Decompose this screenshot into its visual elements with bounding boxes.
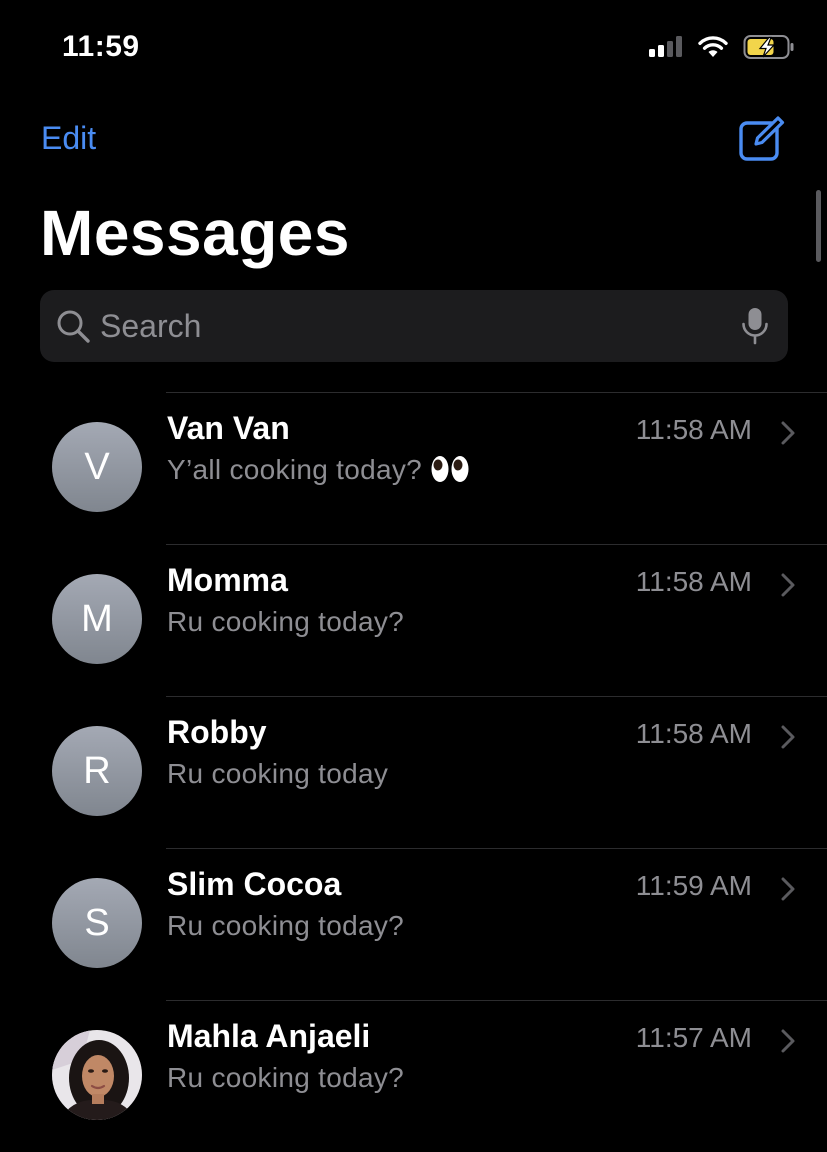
contact-name: Van Van [167,410,290,446]
chevron-right-icon [781,421,795,445]
conversation-row[interactable]: R Robby Ru cooking today 11:58 AM [0,696,827,848]
row-divider [166,392,827,393]
message-time: 11:59 AM [635,870,752,901]
avatar: R [52,726,142,816]
chevron-right-icon [781,877,795,901]
edit-button[interactable]: Edit [41,120,96,157]
battery-charging-icon [743,35,794,59]
conversation-row[interactable]: V Van Van Y’all cooking today? 11:58 AM [0,392,827,544]
microphone-icon[interactable] [740,306,770,346]
eyes-emoji-icon [431,455,469,482]
conversation-list: V Van Van Y’all cooking today? 11:58 AM … [0,392,827,1152]
message-time: 11:58 AM [635,566,752,597]
contact-name: Mahla Anjaeli [167,1018,371,1054]
chevron-right-icon [781,1029,795,1053]
contact-name: Slim Cocoa [167,866,342,902]
conversation-row[interactable]: Mahla Anjaeli Ru cooking today? 11:57 AM [0,1000,827,1152]
search-bar[interactable] [40,290,788,362]
row-divider [166,848,827,849]
row-divider [166,544,827,545]
avatar-photo [52,1030,142,1120]
avatar: M [52,574,142,664]
preview-text: Y’all cooking today? [167,454,423,485]
scrollbar[interactable] [816,190,821,262]
contact-photo-icon [52,1030,142,1120]
page-title: Messages [40,197,350,269]
message-preview: Ru cooking today [167,758,389,789]
message-preview: Y’all cooking today? [167,454,470,486]
row-divider [166,696,827,697]
message-preview: Ru cooking today? [167,910,405,941]
chevron-right-icon [781,573,795,597]
contact-name: Robby [167,714,267,750]
wifi-icon [698,36,728,57]
search-input[interactable] [100,290,720,362]
conversation-row[interactable]: M Momma Ru cooking today? 11:58 AM [0,544,827,696]
avatar: S [52,878,142,968]
message-time: 11:57 AM [635,1022,752,1053]
avatar: V [52,422,142,512]
row-divider [166,1000,827,1001]
contact-name: Momma [167,562,288,598]
message-time: 11:58 AM [635,718,752,749]
message-time: 11:58 AM [635,414,752,445]
status-time: 11:59 [62,30,140,63]
compose-icon[interactable] [738,116,786,162]
message-preview: Ru cooking today? [167,1062,405,1093]
status-icons [649,34,795,60]
conversation-row[interactable]: S Slim Cocoa Ru cooking today? 11:59 AM [0,848,827,1000]
search-icon [57,310,90,343]
cellular-signal-icon [649,36,682,57]
chevron-right-icon [781,725,795,749]
message-preview: Ru cooking today? [167,606,405,637]
